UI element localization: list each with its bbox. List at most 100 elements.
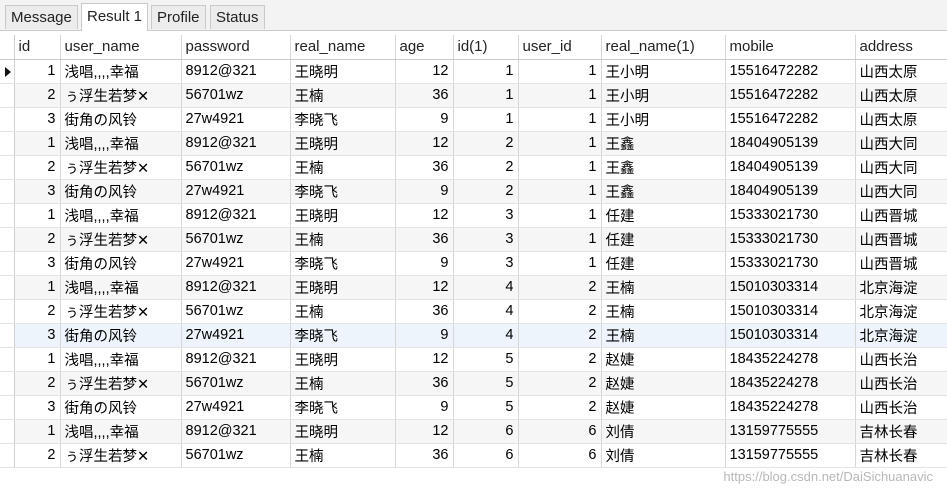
table-cell[interactable]: 1 [518,155,602,180]
table-cell[interactable]: 王晓明 [290,131,396,156]
table-cell[interactable]: ぅ浮生若梦✕ [60,227,182,252]
table-cell[interactable]: 5 [453,371,519,396]
table-cell[interactable]: 6 [518,443,602,468]
table-cell[interactable]: 山西晋城 [855,227,947,252]
table-cell[interactable]: 王晓明 [290,419,396,444]
table-cell[interactable]: 2 [14,83,61,108]
table-row[interactable]: 3 街角の风铃 27w4921 李晓飞 9 1 1 王小明 15516472282 山西太原 [0,107,947,132]
table-cell[interactable]: 王鑫 [601,131,726,156]
table-cell[interactable]: 9 [395,107,454,132]
table-cell[interactable]: 4 [453,275,519,300]
table-cell[interactable]: 2 [14,443,61,468]
table-cell[interactable]: 山西太原 [855,107,947,132]
table-cell[interactable]: 王小明 [601,83,726,108]
table-cell[interactable]: 15516472282 [725,59,856,84]
table-cell[interactable]: 2 [518,275,602,300]
column-header-mobile[interactable]: mobile [725,35,856,60]
column-header-address[interactable]: address [855,35,947,60]
table-cell[interactable]: 1 [518,203,602,228]
table-cell[interactable]: 刘倩 [601,443,726,468]
table-cell[interactable]: 6 [453,419,519,444]
column-header-user-name[interactable]: user_name [60,35,182,60]
tab-status[interactable]: Status [210,5,265,29]
table-cell[interactable]: 刘倩 [601,419,726,444]
table-cell[interactable]: 2 [453,155,519,180]
table-cell[interactable]: 浅唱,,,,幸福 [60,203,182,228]
table-cell[interactable]: 山西长治 [855,395,947,420]
tab-message[interactable]: Message [5,5,78,29]
table-row[interactable]: 2 ぅ浮生若梦✕ 56701wz 王楠 36 1 1 王小明 15516472282 山西太原 [0,83,947,108]
table-cell[interactable]: 浅唱,,,,幸福 [60,347,182,372]
row-indicator[interactable] [0,203,15,228]
table-cell[interactable]: 2 [453,131,519,156]
column-header-real-name-1[interactable]: real_name(1) [601,35,726,60]
column-header-password[interactable]: password [181,35,291,60]
table-cell[interactable]: 15516472282 [725,83,856,108]
table-cell[interactable]: 36 [395,83,454,108]
table-cell[interactable]: 3 [453,251,519,276]
table-cell[interactable]: 5 [453,395,519,420]
row-indicator[interactable] [0,131,15,156]
table-cell[interactable]: 山西长治 [855,347,947,372]
table-cell[interactable]: 浅唱,,,,幸福 [60,275,182,300]
table-cell[interactable]: 王楠 [601,323,726,348]
table-row[interactable]: 3 街角の风铃 27w4921 李晓飞 9 3 1 任建 15333021730 山西晋城 [0,251,947,276]
table-cell[interactable]: 王楠 [290,371,396,396]
table-cell[interactable]: 27w4921 [181,323,291,348]
table-cell[interactable]: 8912@321 [181,347,291,372]
row-indicator[interactable] [0,59,15,84]
table-cell[interactable]: 15333021730 [725,251,856,276]
column-header-user-id[interactable]: user_id [518,35,602,60]
table-cell[interactable]: 56701wz [181,299,291,324]
column-header-age[interactable]: age [395,35,454,60]
table-row[interactable]: 1 浅唱,,,,幸福 8912@321 王晓明 12 1 1 王小明 15516472282 山西… [0,59,947,84]
table-cell[interactable]: 9 [395,395,454,420]
table-cell[interactable]: 王楠 [290,299,396,324]
table-cell[interactable]: 5 [453,347,519,372]
table-row[interactable]: 2 ぅ浮生若梦✕ 56701wz 王楠 36 5 2 赵婕 18435224278 山西长治 [0,371,947,396]
table-cell[interactable]: 1 [518,131,602,156]
table-cell[interactable]: 36 [395,155,454,180]
result-grid[interactable]: id user_name password real_name age id(1… [0,35,947,468]
table-row[interactable]: 1 浅唱,,,,幸福 8912@321 王晓明 12 2 1 王鑫 18404905139 山西大… [0,131,947,156]
table-cell[interactable]: ぅ浮生若梦✕ [60,155,182,180]
table-cell[interactable]: 3 [14,395,61,420]
table-cell[interactable]: 15333021730 [725,203,856,228]
table-row[interactable]: 3 街角の风铃 27w4921 李晓飞 9 2 1 王鑫 18404905139 山西大同 [0,179,947,204]
table-cell[interactable]: 王楠 [290,443,396,468]
table-cell[interactable]: 1 [453,107,519,132]
row-indicator[interactable] [0,395,15,420]
table-cell[interactable]: 1 [518,251,602,276]
table-cell[interactable]: 1 [14,347,61,372]
table-cell[interactable]: 18435224278 [725,347,856,372]
table-cell[interactable]: 北京海淀 [855,275,947,300]
table-cell[interactable]: 街角の风铃 [60,251,182,276]
table-cell[interactable]: 任建 [601,251,726,276]
table-cell[interactable]: 18435224278 [725,371,856,396]
table-cell[interactable]: 山西长治 [855,371,947,396]
table-cell[interactable]: 浅唱,,,,幸福 [60,59,182,84]
table-cell[interactable]: 2 [518,395,602,420]
row-indicator[interactable] [0,347,15,372]
table-cell[interactable]: 赵婕 [601,347,726,372]
table-row[interactable]: 2 ぅ浮生若梦✕ 56701wz 王楠 36 2 1 王鑫 18404905139 山西大同 [0,155,947,180]
table-cell[interactable]: 3 [453,227,519,252]
table-cell[interactable]: 2 [518,299,602,324]
table-cell[interactable]: 56701wz [181,227,291,252]
table-cell[interactable]: 15333021730 [725,227,856,252]
table-cell[interactable]: 15010303314 [725,323,856,348]
table-cell[interactable]: 6 [453,443,519,468]
table-cell[interactable]: ぅ浮生若梦✕ [60,299,182,324]
table-cell[interactable]: 赵婕 [601,395,726,420]
table-cell[interactable]: 任建 [601,227,726,252]
table-cell[interactable]: 3 [453,203,519,228]
row-indicator[interactable] [0,323,15,348]
table-cell[interactable]: ぅ浮生若梦✕ [60,83,182,108]
row-indicator[interactable] [0,275,15,300]
table-cell[interactable]: 1 [14,275,61,300]
table-cell[interactable]: 15516472282 [725,107,856,132]
row-indicator[interactable] [0,371,15,396]
table-row[interactable]: 1 浅唱,,,,幸福 8912@321 王晓明 12 5 2 赵婕 18435224278 山西长… [0,347,947,372]
table-row[interactable]: 2 ぅ浮生若梦✕ 56701wz 王楠 36 6 6 刘倩 13159775555 吉林长春 [0,443,947,468]
row-indicator[interactable] [0,443,15,468]
